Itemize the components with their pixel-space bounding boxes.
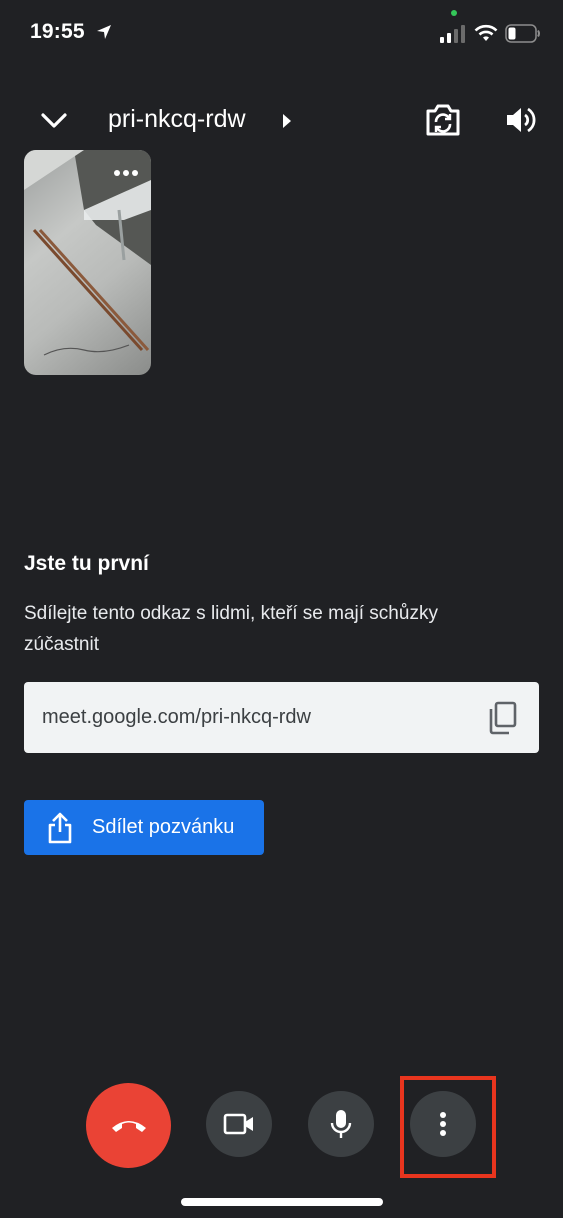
highlight-box — [400, 1076, 496, 1178]
battery-icon — [505, 24, 540, 43]
speaker-icon[interactable] — [504, 103, 538, 137]
share-invite-button[interactable]: Sdílet pozvánku — [24, 800, 264, 855]
camera-toggle-button[interactable] — [206, 1091, 272, 1157]
video-camera-icon — [223, 1113, 253, 1135]
share-icon — [48, 812, 72, 844]
self-video-tile[interactable] — [24, 150, 151, 375]
status-time: 19:55 — [30, 20, 85, 43]
signal-icon — [440, 25, 465, 43]
camera-preview-image — [24, 150, 151, 356]
location-arrow-icon — [97, 25, 111, 39]
caret-right-icon[interactable] — [282, 113, 292, 129]
collapse-button[interactable] — [36, 104, 72, 138]
wifi-icon — [474, 24, 498, 41]
meeting-link-text[interactable]: meet.google.com/pri-nkcq-rdw — [42, 706, 311, 729]
first-participant-heading: Jste tu první — [24, 552, 149, 575]
copy-icon[interactable] — [486, 701, 518, 735]
share-hint-text: Sdílejte tento odkaz s lidmi, kteří se m… — [24, 603, 438, 655]
switch-camera-icon[interactable] — [424, 102, 462, 138]
hang-up-icon — [111, 1120, 146, 1132]
share-invite-label: Sdílet pozvánku — [92, 816, 235, 838]
tile-more-icon[interactable] — [112, 166, 140, 180]
microphone-toggle-button[interactable] — [308, 1091, 374, 1157]
camera-in-use-indicator — [451, 10, 457, 16]
home-indicator — [181, 1198, 383, 1206]
meeting-code-title[interactable]: pri-nkcq-rdw — [108, 105, 246, 134]
end-call-button[interactable] — [86, 1083, 171, 1168]
microphone-icon — [330, 1110, 352, 1138]
chevron-down-icon — [41, 113, 67, 128]
